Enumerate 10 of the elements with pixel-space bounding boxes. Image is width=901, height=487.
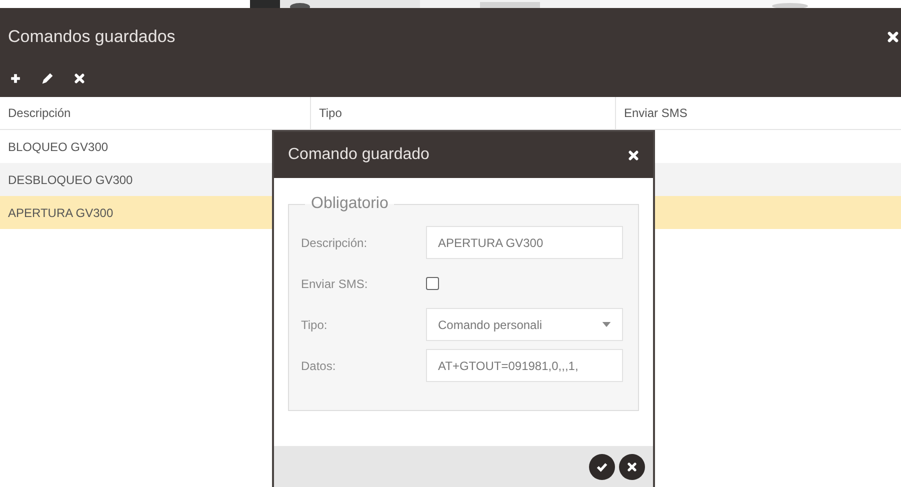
dialog-title: Comando guardado	[288, 145, 430, 165]
field-label: Descripción:	[301, 234, 368, 252]
window-title: Comandos guardados	[8, 26, 176, 48]
table-cell-text: APERTURA GV300	[8, 204, 114, 222]
field-label: Tipo:	[301, 316, 328, 334]
table-cell-text: DESBLOQUEO GV300	[8, 172, 133, 188]
field-label: Enviar SMS:	[301, 276, 369, 292]
group-legend: Obligatorio	[305, 192, 394, 216]
table-cell-text: BLOQUEO GV300	[8, 138, 108, 156]
field-label: Datos:	[301, 358, 337, 374]
